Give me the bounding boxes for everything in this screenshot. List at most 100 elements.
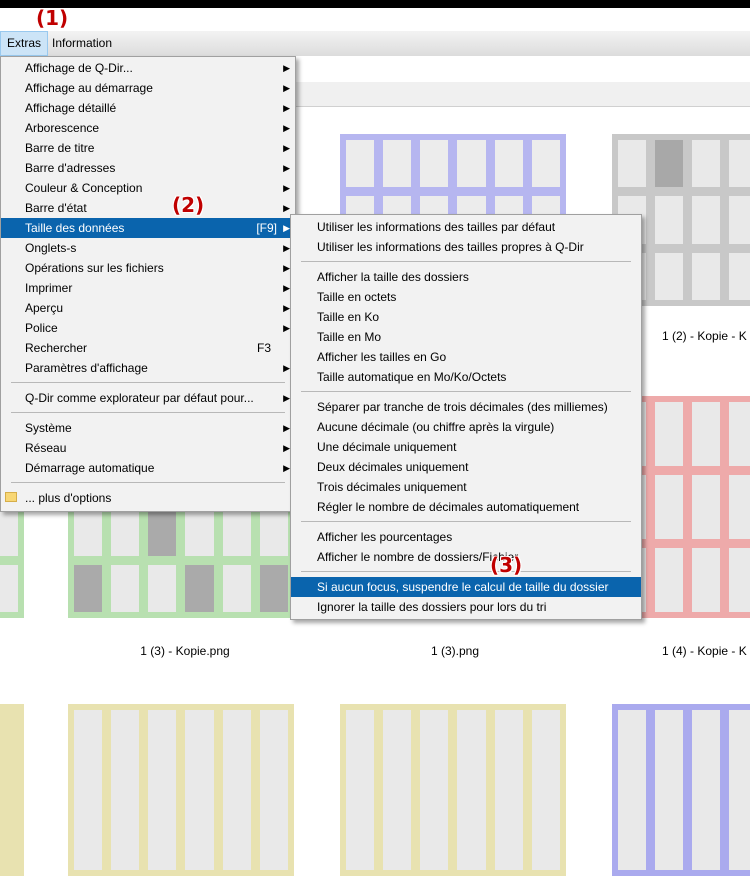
menu-item[interactable]: Aperçu ▶ bbox=[1, 298, 295, 318]
submenu-item[interactable]: Taille en Ko bbox=[291, 307, 641, 327]
submenu-arrow-icon: ▶ bbox=[283, 103, 290, 113]
menu-item-shortcut: F3 bbox=[256, 341, 271, 355]
taille-des-donnees-submenu: Utiliser les informations des tailles pa… bbox=[290, 214, 642, 620]
submenu-item[interactable]: Afficher les tailles en Go bbox=[291, 347, 641, 367]
submenu-arrow-icon: ▶ bbox=[283, 183, 290, 193]
menu-item-label: Système bbox=[25, 421, 72, 435]
menu-item[interactable]: Q-Dir comme explorateur par défaut pour.… bbox=[1, 388, 295, 408]
menu-item[interactable]: Barre d'état ▶ bbox=[1, 198, 295, 218]
menu-item[interactable]: Paramètres d'affichage ▶ bbox=[1, 358, 295, 378]
thumbnail-caption: 1 (2) - Kopie - K bbox=[662, 329, 747, 343]
submenu-arrow-icon: ▶ bbox=[283, 63, 290, 73]
submenu-arrow-icon: ▶ bbox=[283, 123, 290, 133]
submenu-arrow-icon: ▶ bbox=[283, 243, 290, 253]
thumbnail-yellow[interactable] bbox=[60, 704, 300, 884]
window-top-edge bbox=[0, 0, 750, 8]
submenu-item[interactable]: Taille en Mo bbox=[291, 327, 641, 347]
submenu-arrow-icon: ▶ bbox=[283, 423, 290, 433]
menu-item[interactable]: Onglets-s ▶ bbox=[1, 238, 295, 258]
menu-item[interactable]: Police ▶ bbox=[1, 318, 295, 338]
submenu-arrow-icon: ▶ bbox=[283, 463, 290, 473]
menu-item[interactable]: Barre d'adresses ▶ bbox=[1, 158, 295, 178]
submenu-item[interactable]: Afficher la taille des dossiers bbox=[291, 267, 641, 287]
menu-item[interactable]: Affichage au démarrage ▶ bbox=[1, 78, 295, 98]
menu-separator bbox=[291, 387, 641, 397]
submenu-item[interactable]: Taille automatique en Mo/Ko/Octets bbox=[291, 367, 641, 387]
folder-icon bbox=[5, 492, 17, 502]
submenu-arrow-icon: ▶ bbox=[283, 393, 290, 403]
menu-item-label: Paramètres d'affichage bbox=[25, 361, 148, 375]
menu-item-label: Onglets-s bbox=[25, 241, 77, 255]
thumbnail-blue-2[interactable] bbox=[604, 704, 750, 884]
menu-item-label: ... plus d'options bbox=[25, 491, 112, 505]
submenu-arrow-icon: ▶ bbox=[283, 203, 290, 213]
menu-separator bbox=[291, 517, 641, 527]
menu-item-label: Rechercher bbox=[25, 341, 88, 355]
submenu-item[interactable]: Utiliser les informations des tailles pr… bbox=[291, 237, 641, 257]
menu-item-label: Barre d'état bbox=[25, 201, 87, 215]
menu-item-label: Opérations sur les fichiers bbox=[25, 261, 164, 275]
menu-item-label: Barre d'adresses bbox=[25, 161, 116, 175]
menu-item[interactable]: Affichage détaillé ▶ bbox=[1, 98, 295, 118]
menu-item[interactable]: Affichage de Q-Dir... ▶ bbox=[1, 58, 295, 78]
menu-information[interactable]: Information bbox=[46, 31, 118, 56]
thumbnail-yellow-left[interactable] bbox=[0, 704, 30, 884]
menu-separator bbox=[1, 478, 295, 488]
submenu-item[interactable]: Séparer par tranche de trois décimales (… bbox=[291, 397, 641, 417]
submenu-arrow-icon: ▶ bbox=[283, 323, 290, 333]
menu-item-label: Barre de titre bbox=[25, 141, 95, 155]
callout-2: (2) bbox=[172, 193, 205, 217]
extras-menu: Affichage de Q-Dir... ▶ Affichage au déma… bbox=[0, 56, 296, 512]
submenu-arrow-icon: ▶ bbox=[283, 143, 290, 153]
menu-separator bbox=[1, 408, 295, 418]
menu-item-label: Couleur & Conception bbox=[25, 181, 143, 195]
submenu-item[interactable]: Une décimale uniquement bbox=[291, 437, 641, 457]
menu-item-label: Démarrage automatique bbox=[25, 461, 155, 475]
thumbnail-caption: 1 (3) - Kopie.png bbox=[140, 644, 230, 658]
menu-item-more-options[interactable]: ... plus d'options bbox=[1, 488, 295, 508]
submenu-item[interactable]: Aucune décimale (ou chiffre après la vir… bbox=[291, 417, 641, 437]
callout-1: (1) bbox=[36, 6, 69, 30]
submenu-item[interactable]: Utiliser les informations des tailles pa… bbox=[291, 217, 641, 237]
submenu-item[interactable]: Afficher les pourcentages bbox=[291, 527, 641, 547]
menu-item[interactable]: Imprimer ▶ bbox=[1, 278, 295, 298]
menu-item-label: Affichage de Q-Dir... bbox=[25, 61, 133, 75]
submenu-item[interactable]: Trois décimales uniquement bbox=[291, 477, 641, 497]
menu-separator bbox=[291, 257, 641, 267]
menu-item-label: Q-Dir comme explorateur par défaut pour.… bbox=[25, 391, 254, 405]
menu-item-label: Arborescence bbox=[25, 121, 100, 135]
submenu-item[interactable]: Afficher le nombre de dossiers/Fichier bbox=[291, 547, 641, 567]
submenu-arrow-icon: ▶ bbox=[283, 303, 290, 313]
callout-3: (3) bbox=[490, 553, 523, 577]
menu-item[interactable]: Opérations sur les fichiers ▶ bbox=[1, 258, 295, 278]
menu-item[interactable]: Couleur & Conception ▶ bbox=[1, 178, 295, 198]
menu-item-label: Réseau bbox=[25, 441, 67, 455]
menu-separator bbox=[1, 378, 295, 388]
menu-item-label: Affichage au démarrage bbox=[25, 81, 153, 95]
thumbnail-caption: 1 (4) - Kopie - K bbox=[662, 644, 747, 658]
submenu-item[interactable]: Taille en octets bbox=[291, 287, 641, 307]
submenu-item-suspend-folder-size[interactable]: Si aucun focus, suspendre le calcul de t… bbox=[291, 577, 641, 597]
submenu-item[interactable]: Deux décimales uniquement bbox=[291, 457, 641, 477]
menu-extras[interactable]: Extras bbox=[0, 31, 49, 56]
menu-item[interactable]: Réseau ▶ bbox=[1, 438, 295, 458]
submenu-arrow-icon: ▶ bbox=[283, 263, 290, 273]
menu-separator bbox=[291, 567, 641, 577]
submenu-arrow-icon: ▶ bbox=[283, 223, 290, 233]
thumbnail-yellow-2[interactable] bbox=[332, 704, 572, 884]
menu-bar: Extras Information bbox=[0, 31, 750, 56]
menu-item-label: Taille des données bbox=[25, 221, 125, 235]
submenu-item[interactable]: Régler le nombre de décimales automatiqu… bbox=[291, 497, 641, 517]
menu-item[interactable]: Démarrage automatique ▶ bbox=[1, 458, 295, 478]
submenu-arrow-icon: ▶ bbox=[283, 443, 290, 453]
menu-item[interactable]: Barre de titre ▶ bbox=[1, 138, 295, 158]
submenu-arrow-icon: ▶ bbox=[283, 163, 290, 173]
menu-item[interactable]: Arborescence ▶ bbox=[1, 118, 295, 138]
menu-item[interactable]: Rechercher F3 bbox=[1, 338, 295, 358]
menu-item-label: Imprimer bbox=[25, 281, 73, 295]
submenu-item[interactable]: Ignorer la taille des dossiers pour lors… bbox=[291, 597, 641, 617]
menu-item-taille-des-donnees[interactable]: Taille des données [F9] ▶ bbox=[1, 218, 295, 238]
submenu-arrow-icon: ▶ bbox=[283, 283, 290, 293]
submenu-arrow-icon: ▶ bbox=[283, 363, 290, 373]
menu-item[interactable]: Système ▶ bbox=[1, 418, 295, 438]
